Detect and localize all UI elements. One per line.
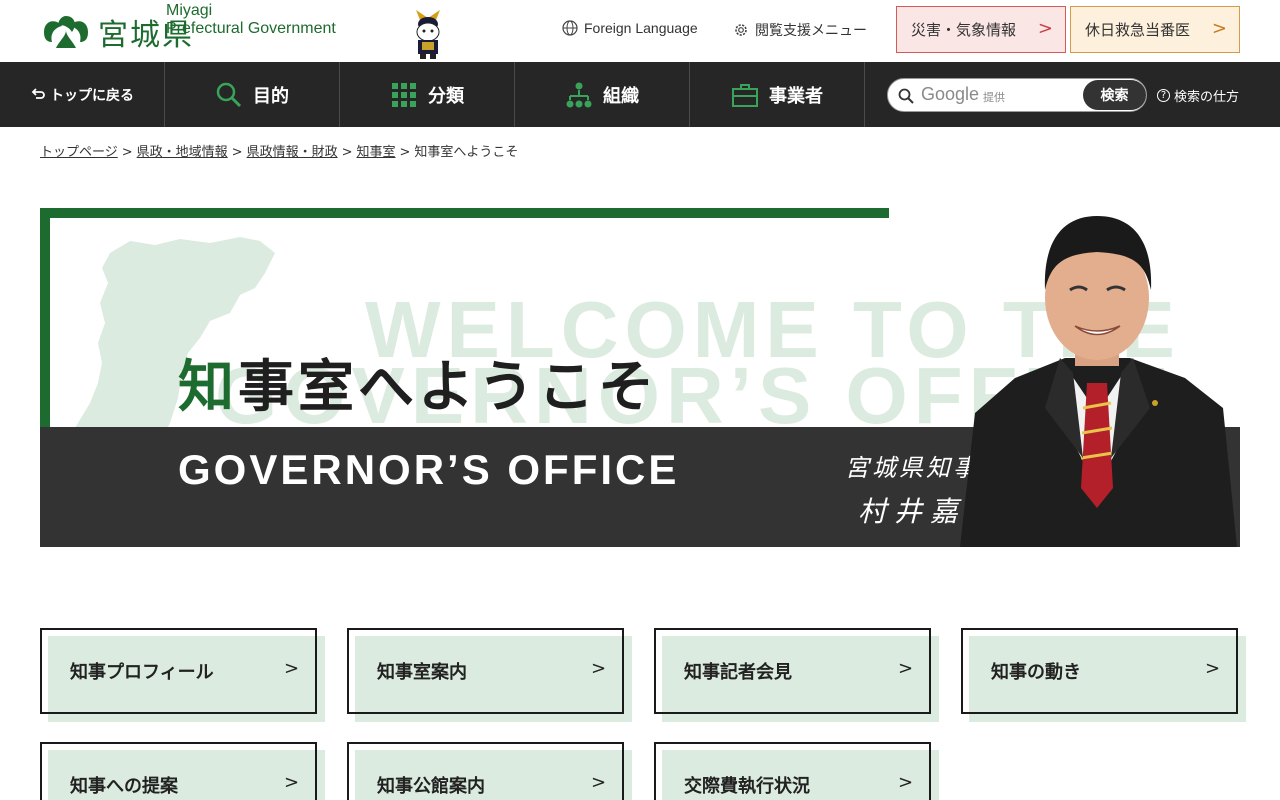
accessibility-menu-label: 閲覧支援メニュー xyxy=(755,22,867,38)
briefcase-icon xyxy=(732,83,758,107)
tile-office-guide[interactable]: 知事室案内 > xyxy=(347,628,632,722)
tile-entertainment-expenses[interactable]: 交際費執行状況 > xyxy=(654,742,939,800)
tile-official-residence[interactable]: 知事公館案内 > xyxy=(347,742,632,800)
chevron-right-icon: > xyxy=(591,658,607,679)
page-title-accent: 知 xyxy=(178,354,238,420)
site-header: 宮城県 Miyagi Prefectural Government Foreig… xyxy=(0,0,1280,62)
tile-label: 知事の動き xyxy=(991,662,1081,683)
mascot-musubimaru-icon xyxy=(416,10,440,59)
breadcrumb-separator: > xyxy=(341,145,353,160)
grid-icon xyxy=(392,82,416,107)
page-title: 知事室へようこそ xyxy=(178,342,658,423)
search-button[interactable]: 検索 xyxy=(1083,80,1146,110)
breadcrumb-separator: > xyxy=(231,145,243,160)
breadcrumb-link-finance[interactable]: 県政情報・財政 xyxy=(247,145,338,160)
org-chart-icon xyxy=(566,82,592,107)
breadcrumb-separator: > xyxy=(121,145,133,160)
tile-press-conference[interactable]: 知事記者会見 > xyxy=(654,628,939,722)
question-icon: ? xyxy=(1157,89,1170,102)
hero-banner: WELCOME TO THE GOVERNOR’S OFFICE 知事室へようこ… xyxy=(40,208,1240,548)
chevron-right-icon: > xyxy=(1211,18,1227,39)
governor-portrait-image xyxy=(960,216,1237,547)
tile-label: 知事公館案内 xyxy=(377,776,485,797)
logo-en-line1: Miyagi xyxy=(166,2,213,19)
logo-en-line2: Prefectural Government xyxy=(166,20,336,37)
globe-icon xyxy=(562,20,578,36)
breadcrumb-link-prefecture[interactable]: 県政・地域情報 xyxy=(137,145,228,160)
chevron-right-icon: > xyxy=(1205,658,1221,679)
breadcrumb: トップページ > 県政・地域情報 > 県政情報・財政 > 知事室 > 知事室へようこそ xyxy=(40,141,518,160)
nav-organization-label: 組織 xyxy=(603,85,639,107)
page-title-rest: 事室へようこそ xyxy=(238,354,658,420)
nav-category[interactable]: 分類 xyxy=(340,62,515,127)
nav-organization[interactable]: 組織 xyxy=(515,62,690,127)
hero-green-border-left xyxy=(40,208,50,428)
breadcrumb-separator: > xyxy=(399,145,411,160)
nav-business[interactable]: 事業者 xyxy=(690,62,865,127)
accessibility-menu-link[interactable]: 閲覧支援メニュー xyxy=(733,20,867,40)
foreign-language-link[interactable]: Foreign Language xyxy=(562,20,698,36)
search-help-link[interactable]: ? 検索の仕方 xyxy=(1157,86,1239,105)
gear-icon xyxy=(735,24,747,36)
tile-label: 交際費執行状況 xyxy=(684,776,810,797)
chevron-right-icon: > xyxy=(898,658,914,679)
foreign-language-label: Foreign Language xyxy=(584,20,698,36)
disaster-weather-label: 災害・気象情報 xyxy=(911,21,1017,39)
breadcrumb-link-top[interactable]: トップページ xyxy=(40,145,118,160)
chevron-right-icon: > xyxy=(1037,18,1053,39)
tile-label: 知事プロフィール xyxy=(70,662,214,683)
back-to-top-link[interactable]: トップに戻る xyxy=(0,62,165,127)
return-arrow-icon xyxy=(31,87,45,99)
search-icon xyxy=(898,88,914,104)
chevron-right-icon: > xyxy=(284,772,300,793)
tile-label: 知事記者会見 xyxy=(684,662,792,683)
nav-business-label: 事業者 xyxy=(769,85,823,107)
page-title-english: GOVERNOR’S OFFICE xyxy=(178,446,680,493)
nav-category-label: 分類 xyxy=(428,85,464,107)
nav-purpose[interactable]: 目的 xyxy=(165,62,340,127)
chevron-right-icon: > xyxy=(591,772,607,793)
tile-label: 知事室案内 xyxy=(377,662,467,683)
breadcrumb-current: 知事室へようこそ xyxy=(414,145,519,160)
breadcrumb-link-governor-office[interactable]: 知事室 xyxy=(357,145,396,160)
tile-governor-profile[interactable]: 知事プロフィール > xyxy=(40,628,325,722)
holiday-emergency-doctor-button[interactable]: 休日救急当番医 > xyxy=(1070,6,1240,53)
holiday-emergency-doctor-label: 休日救急当番医 xyxy=(1085,21,1191,39)
hagi-leaf-logo-icon xyxy=(44,16,88,48)
nav-purpose-label: 目的 xyxy=(253,85,289,107)
disaster-weather-button[interactable]: 災害・気象情報 > xyxy=(896,6,1066,53)
google-watermark: Google xyxy=(921,84,980,104)
hero-green-border-top xyxy=(40,208,889,218)
tile-proposals[interactable]: 知事への提案 > xyxy=(40,742,325,800)
chevron-right-icon: > xyxy=(284,658,300,679)
google-provided-label: 提供 xyxy=(983,91,1005,104)
tile-governor-activities[interactable]: 知事の動き > xyxy=(961,628,1246,722)
back-to-top-label: トップに戻る xyxy=(50,87,134,104)
magnifier-icon xyxy=(216,82,242,107)
logo-english-text: Miyagi Prefectural Government xyxy=(166,2,336,38)
tile-label: 知事への提案 xyxy=(70,776,178,797)
chevron-right-icon: > xyxy=(898,772,914,793)
search-help-label: 検索の仕方 xyxy=(1174,90,1240,105)
